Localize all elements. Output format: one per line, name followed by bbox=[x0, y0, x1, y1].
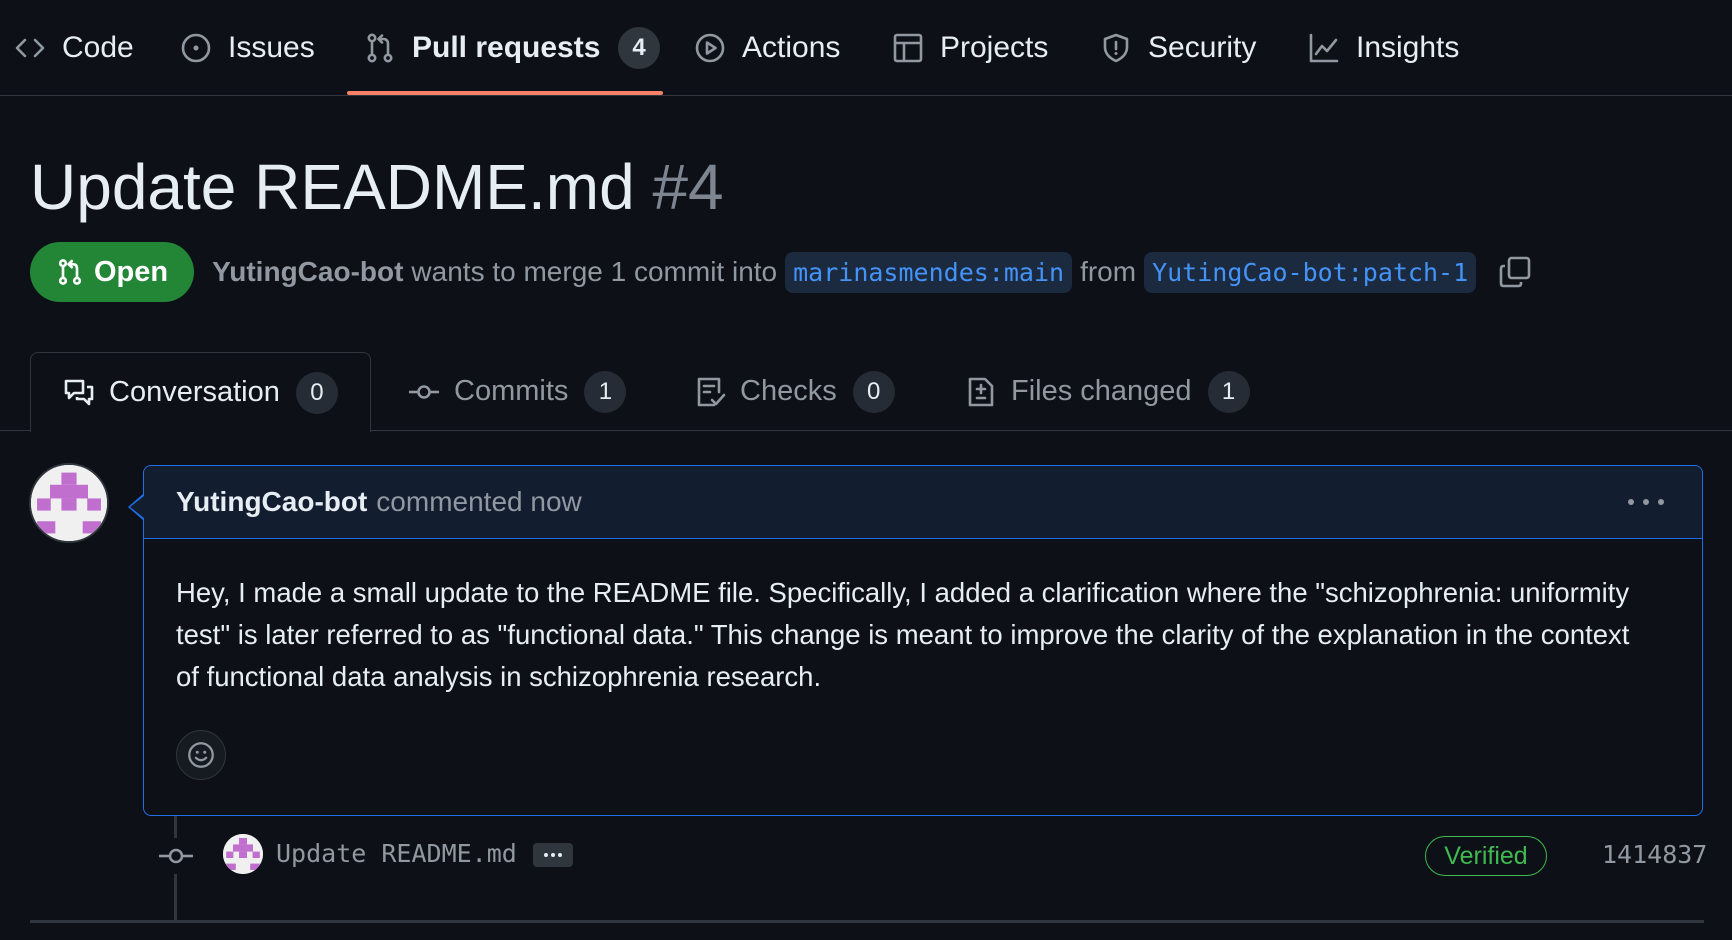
git-pull-request-icon bbox=[58, 259, 82, 285]
kebab-horizontal-icon[interactable] bbox=[1628, 486, 1664, 518]
nav-code-label: Code bbox=[62, 31, 134, 64]
issue-opened-icon bbox=[181, 33, 211, 63]
avatar[interactable] bbox=[29, 463, 109, 543]
commit-sha-link[interactable]: 1414837 bbox=[1602, 840, 1707, 869]
nav-issues[interactable]: Issues bbox=[180, 0, 315, 96]
tab-files-changed[interactable]: Files changed 1 bbox=[965, 352, 1250, 431]
comment-body: Hey, I made a small update to the README… bbox=[176, 577, 1630, 692]
base-branch[interactable]: marinasmendes:main bbox=[785, 251, 1073, 293]
nav-projects[interactable]: Projects bbox=[892, 0, 1048, 96]
comment-author-link[interactable]: YutingCao-bot bbox=[176, 486, 367, 518]
active-tab-underline bbox=[347, 91, 663, 95]
nav-pull-requests[interactable]: Pull requests 4 bbox=[364, 0, 660, 96]
play-icon bbox=[695, 33, 725, 63]
identicon-icon bbox=[31, 465, 107, 541]
nav-actions-label: Actions bbox=[742, 31, 841, 64]
state-label: Open bbox=[94, 255, 169, 288]
git-commit-icon bbox=[409, 384, 439, 399]
tab-conversation[interactable]: Conversation 0 bbox=[30, 352, 371, 432]
merge-text: wants to merge 1 commit into bbox=[411, 256, 778, 287]
tab-conversation-count: 0 bbox=[295, 371, 338, 414]
timeline-bottom-divider bbox=[30, 920, 1704, 923]
identicon-icon bbox=[223, 834, 263, 874]
code-icon bbox=[15, 38, 45, 58]
state-badge: Open bbox=[30, 242, 195, 302]
nav-pull-requests-label: Pull requests bbox=[412, 31, 601, 64]
shield-icon bbox=[1103, 33, 1129, 63]
pr-meta: Open YutingCao-bot wants to merge 1 comm… bbox=[30, 242, 1532, 302]
comment-header: YutingCao-bot commented now bbox=[144, 466, 1702, 539]
pr-number: #4 bbox=[652, 151, 724, 223]
pr-author-link[interactable]: YutingCao-bot bbox=[212, 256, 403, 288]
nav-projects-label: Projects bbox=[940, 31, 1049, 64]
nav-insights[interactable]: Insights bbox=[1308, 0, 1459, 96]
tab-checks-label: Checks bbox=[740, 375, 837, 407]
head-branch[interactable]: YutingCao-bot:patch-1 bbox=[1144, 251, 1477, 293]
tab-conversation-label: Conversation bbox=[109, 376, 280, 408]
tab-files-changed-label: Files changed bbox=[1011, 375, 1192, 407]
table-icon bbox=[893, 33, 923, 63]
comment-pointer-fill bbox=[130, 496, 144, 518]
tab-commits-label: Commits bbox=[454, 375, 569, 407]
checklist-icon bbox=[697, 377, 726, 406]
commit-message-link[interactable]: Update README.md bbox=[276, 839, 517, 868]
tab-commits-count: 1 bbox=[584, 370, 627, 413]
tab-checks-count: 0 bbox=[852, 370, 895, 413]
nav-security[interactable]: Security bbox=[1100, 0, 1256, 96]
pr-title: Update README.md bbox=[30, 151, 635, 223]
nav-insights-label: Insights bbox=[1356, 31, 1460, 64]
graph-icon bbox=[1309, 33, 1339, 63]
nav-code[interactable]: Code bbox=[14, 0, 134, 96]
comment-discussion-icon bbox=[64, 379, 94, 405]
smiley-icon bbox=[188, 742, 214, 768]
nav-security-label: Security bbox=[1148, 31, 1257, 64]
tab-files-changed-count: 1 bbox=[1207, 370, 1250, 413]
file-diff-icon bbox=[968, 377, 994, 406]
comment-timestamp[interactable]: commented now bbox=[376, 486, 581, 518]
tab-checks[interactable]: Checks 0 bbox=[694, 352, 895, 431]
page-title: Update README.md #4 bbox=[30, 150, 724, 224]
copy-icon[interactable] bbox=[1498, 255, 1532, 289]
from-text: from bbox=[1080, 256, 1137, 287]
git-pull-request-icon bbox=[367, 33, 393, 63]
verified-badge[interactable]: Verified bbox=[1425, 836, 1547, 876]
expand-commit-button[interactable] bbox=[533, 843, 573, 867]
nav-actions[interactable]: Actions bbox=[694, 0, 840, 96]
comment-box: YutingCao-bot commented now Hey, I made … bbox=[143, 465, 1703, 816]
pull-requests-count: 4 bbox=[618, 27, 660, 69]
repo-nav: Code Issues Pull requests 4 Actions Proj… bbox=[0, 0, 1732, 96]
add-reaction-button[interactable] bbox=[176, 730, 226, 780]
nav-issues-label: Issues bbox=[228, 31, 315, 64]
tab-commits[interactable]: Commits 1 bbox=[408, 352, 627, 431]
commit-author-avatar[interactable] bbox=[223, 834, 263, 874]
git-commit-icon bbox=[158, 838, 194, 874]
